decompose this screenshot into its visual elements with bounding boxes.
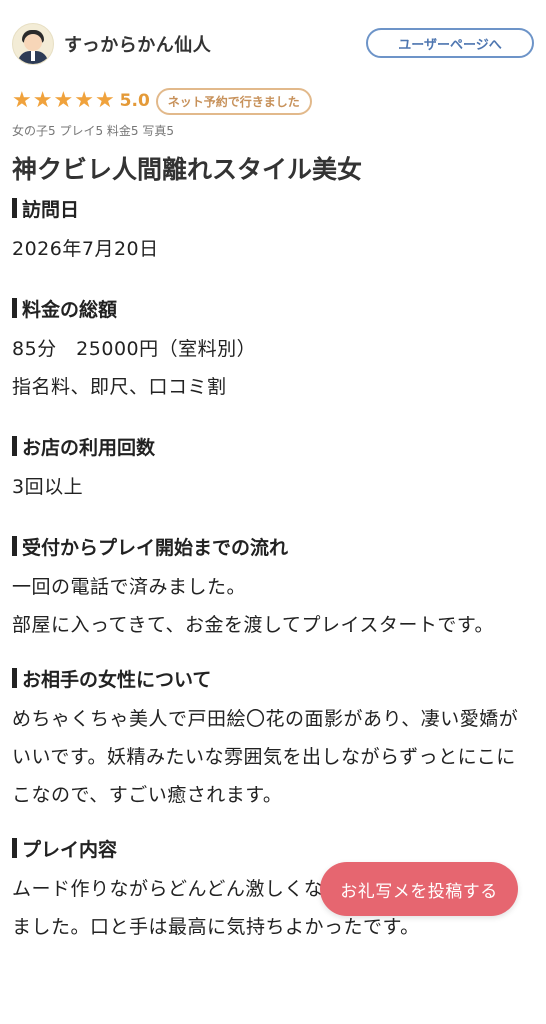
section-heading-visit-count: お店の利用回数 bbox=[12, 432, 534, 460]
section-heading-label: 料金の総額 bbox=[22, 298, 118, 321]
heading-bar bbox=[12, 668, 17, 688]
star-icon: ★ bbox=[12, 88, 32, 113]
section-heading-label: 訪問日 bbox=[22, 198, 80, 221]
section-line: 2026年7月20日 bbox=[12, 238, 159, 260]
star-icon: ★ bbox=[94, 88, 115, 113]
section-heading-flow: 受付からプレイ開始までの流れ bbox=[12, 532, 534, 560]
section-heading-label: お相手の女性について bbox=[22, 668, 212, 691]
section-heading-label: プレイ内容 bbox=[22, 838, 118, 861]
section-line: 部屋に入ってきて、お金を渡してプレイスタートです。 bbox=[12, 614, 494, 636]
user-page-button[interactable]: ユーザーページへ bbox=[366, 28, 534, 58]
section-line: 指名料、即尺、口コミ割 bbox=[12, 376, 227, 398]
section-heading-label: 受付からプレイ開始までの流れ bbox=[22, 536, 289, 559]
section-heading-label: お店の利用回数 bbox=[22, 436, 156, 459]
reviewer-name[interactable]: すっからかん仙人 bbox=[64, 31, 366, 57]
rating-score: 5.0 bbox=[119, 91, 150, 111]
section-line: 3回以上 bbox=[12, 476, 84, 498]
section-heading-play: プレイ内容 bbox=[12, 834, 534, 862]
section-body-visit-count: 3回以上 bbox=[12, 468, 534, 506]
heading-bar bbox=[12, 198, 17, 218]
section-body-flow: 一回の電話で済みました。 部屋に入ってきて、お金を渡してプレイスタートです。 bbox=[12, 568, 534, 644]
section-heading-partner: お相手の女性について bbox=[12, 664, 534, 692]
star-icon: ★ bbox=[74, 88, 94, 113]
section-heading-visit-date: 訪問日 bbox=[12, 194, 534, 222]
section-body-total-price: 85分 25000円（室料別） 指名料、即尺、口コミ割 bbox=[12, 330, 534, 406]
star-icon: ★ bbox=[53, 88, 74, 113]
avatar[interactable] bbox=[12, 23, 54, 65]
review-page: すっからかん仙人 ユーザーページへ ★ ★ ★ ★ ★ 5.0 ネット予約で行き… bbox=[0, 0, 546, 1024]
heading-bar bbox=[12, 298, 17, 318]
heading-bar bbox=[12, 838, 17, 858]
rating-row: ★ ★ ★ ★ ★ 5.0 ネット予約で行きました bbox=[12, 86, 534, 116]
star-rating: ★ ★ ★ ★ ★ bbox=[12, 90, 116, 112]
heading-bar bbox=[12, 536, 17, 556]
sub-ratings: 女の子5 プレイ5 料金5 写真5 bbox=[12, 124, 174, 138]
booking-badge: ネット予約で行きました bbox=[155, 87, 312, 115]
section-body-visit-date: 2026年7月20日 bbox=[12, 230, 534, 268]
post-thanks-photo-button[interactable]: お礼写メを投稿する bbox=[320, 862, 518, 916]
review-title: 神クビレ人間離れスタイル美女 bbox=[12, 155, 363, 184]
heading-bar bbox=[12, 436, 17, 456]
section-body-partner: めちゃくちゃ美人で戸田絵〇花の面影があり、凄い愛嬌がいいです。妖精みたいな雰囲気… bbox=[12, 700, 534, 814]
star-icon: ★ bbox=[32, 88, 53, 113]
reviewer-header: すっからかん仙人 ユーザーページへ bbox=[12, 0, 534, 86]
section-line: めちゃくちゃ美人で戸田絵〇花の面影があり、凄い愛嬌がいいです。妖精みたいな雰囲気… bbox=[12, 708, 519, 806]
section-line: 85分 25000円（室料別） bbox=[12, 338, 257, 360]
section-line: 一回の電話で済みました。 bbox=[12, 576, 247, 598]
section-heading-total-price: 料金の総額 bbox=[12, 294, 534, 322]
